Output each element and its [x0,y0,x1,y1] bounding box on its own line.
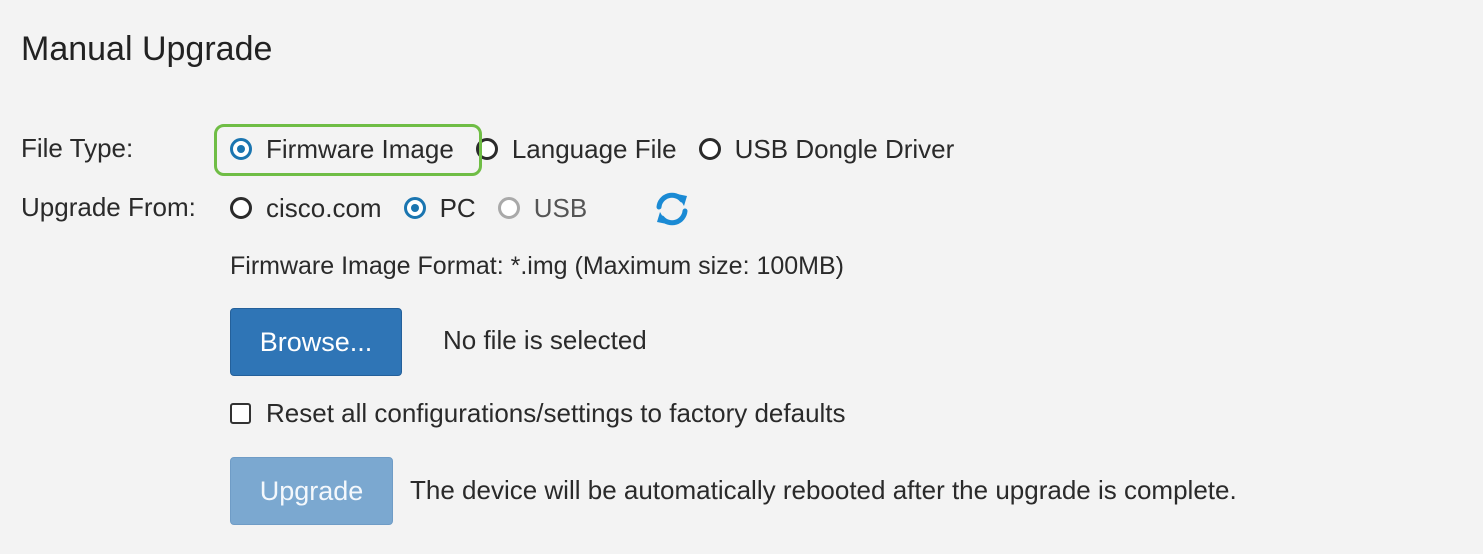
upgrade-button[interactable]: Upgrade [230,457,393,525]
radio-label: USB [533,192,588,223]
radio-cisco-com[interactable]: cisco.com [230,193,382,224]
radio-pc[interactable]: PC [403,192,476,224]
radio-label: USB Dongle Driver [734,133,955,164]
radio-usb-dongle-driver[interactable]: USB Dongle Driver [698,133,955,165]
page-title: Manual Upgrade [21,30,273,68]
file-type-radio-group: Firmware Image Language File USB Dongle … [230,131,976,167]
radio-unchecked-icon[interactable] [475,138,498,160]
radio-firmware-image[interactable]: Firmware Image [230,134,454,165]
radio-unchecked-icon[interactable] [698,138,721,160]
reboot-note: The device will be automatically reboote… [410,475,1237,505]
upgrade-from-label: Upgrade From: [21,192,196,222]
reset-defaults-option[interactable]: Reset all configurations/settings to fac… [230,398,846,429]
radio-checked-icon[interactable] [230,138,252,160]
format-info: Firmware Image Format: *.img (Maximum si… [230,252,845,280]
upgrade-from-radio-group: cisco.com PC USB [230,190,609,226]
reset-defaults-label: Reset all configurations/settings to fac… [266,398,846,428]
radio-label: cisco.com [266,192,382,223]
radio-disabled-icon [497,197,520,219]
file-status: No file is selected [443,325,647,355]
manual-upgrade-page: Manual Upgrade File Type: Firmware Image… [0,0,1483,554]
radio-checked-icon[interactable] [403,197,426,219]
radio-language-file[interactable]: Language File [475,133,677,165]
radio-label: Firmware Image [266,133,454,164]
browse-button[interactable]: Browse... [230,308,402,376]
radio-usb: USB [497,192,588,224]
radio-label: Language File [511,133,677,164]
file-type-label: File Type: [21,133,134,163]
reset-defaults-checkbox[interactable] [230,403,251,424]
radio-unchecked-icon[interactable] [230,197,252,219]
radio-label: PC [439,192,476,223]
refresh-icon[interactable] [653,190,691,228]
